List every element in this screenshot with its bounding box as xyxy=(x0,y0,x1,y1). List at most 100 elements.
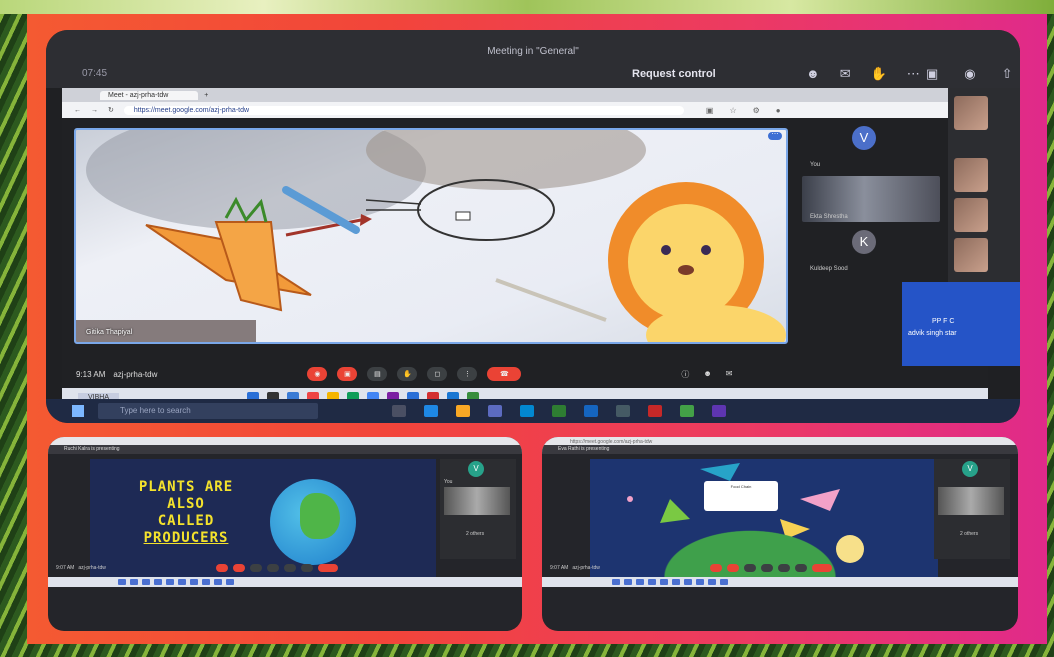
taskbar-icon[interactable] xyxy=(624,579,632,585)
app-icon[interactable] xyxy=(616,405,630,417)
present-button[interactable] xyxy=(777,564,790,572)
edge-icon[interactable] xyxy=(424,405,438,417)
more-options-icon[interactable]: ⋯ xyxy=(907,66,920,82)
raise-hand-button[interactable] xyxy=(266,564,279,572)
cycle-arrow xyxy=(660,499,690,523)
more-button[interactable]: ⋮ xyxy=(457,367,478,381)
taskbar-icon[interactable] xyxy=(154,579,162,585)
taskbar-icon[interactable] xyxy=(214,579,222,585)
taskbar-icon[interactable] xyxy=(636,579,644,585)
camera-off-button[interactable]: ▣ xyxy=(337,367,358,381)
presenter-name: Gitika Thapiyal xyxy=(86,329,133,336)
teams-icon[interactable] xyxy=(712,405,726,417)
browser-tab[interactable]: Meet - azj-prha-tdw xyxy=(100,90,199,100)
raise-hand-icon[interactable]: ✋ xyxy=(871,66,887,82)
raise-hand-button[interactable] xyxy=(760,564,773,572)
chrome-icon[interactable] xyxy=(680,405,694,417)
camera-permission-icon[interactable]: ▣ xyxy=(706,106,714,115)
teams-toolbar: ☻ ✉ ✋ ⋯ xyxy=(806,66,920,82)
meet-time: 9:13 AM xyxy=(76,369,106,379)
you-avatar: V xyxy=(468,461,484,477)
back-icon[interactable]: ← xyxy=(74,107,81,114)
taskbar-icon[interactable] xyxy=(720,579,728,585)
people-icon[interactable]: ☻ xyxy=(703,369,711,380)
profile-icon[interactable]: ● xyxy=(776,106,781,115)
task-view-icon[interactable] xyxy=(392,405,406,417)
tab-strip: Meet - azj-prha-tdw + xyxy=(62,88,988,102)
new-tab-icon[interactable]: + xyxy=(204,92,208,99)
extensions-icon[interactable]: ⚙ xyxy=(753,106,760,115)
file-explorer-icon[interactable] xyxy=(456,405,470,417)
cycle-arrow xyxy=(800,489,840,511)
forward-icon[interactable]: → xyxy=(91,107,98,114)
windows-search-box[interactable]: Type here to search xyxy=(98,403,318,419)
mic-off-button[interactable]: ◉ xyxy=(307,367,328,381)
captions-button[interactable] xyxy=(743,564,756,572)
mail-icon[interactable] xyxy=(520,405,534,417)
end-call-button[interactable] xyxy=(317,564,338,572)
lion-eye xyxy=(661,245,671,255)
share-icon[interactable]: ⇧ xyxy=(1002,66,1013,82)
taskbar-icon[interactable] xyxy=(684,579,692,585)
lion-eye xyxy=(701,245,711,255)
mic-off-button[interactable] xyxy=(709,564,722,572)
store-icon[interactable] xyxy=(488,405,502,417)
taskbar-icon[interactable] xyxy=(612,579,620,585)
taskbar-icon[interactable] xyxy=(696,579,704,585)
taskbar-icon[interactable] xyxy=(648,579,656,585)
windows-start-icon[interactable] xyxy=(72,405,84,417)
meet-controls-bar: 9:13 AM azj-prha-tdw ◉ ▣ ▤ ✋ ◻ ⋮ ☎ ⓘ ☻ ✉ xyxy=(62,362,988,386)
more-button[interactable] xyxy=(300,564,313,572)
slide-line: PRODUCERS xyxy=(143,530,229,546)
taskbar-icon[interactable] xyxy=(130,579,138,585)
powerpoint-icon[interactable] xyxy=(648,405,662,417)
slide-line: ALSO xyxy=(167,496,205,512)
windows-taskbar-apps xyxy=(392,405,726,417)
chat-icon[interactable]: ✉ xyxy=(726,369,733,380)
more-button[interactable] xyxy=(794,564,807,572)
participant-video-label: Ekta Shrestha xyxy=(810,214,848,220)
meet-time: 9:07 AM xyxy=(550,565,569,571)
participant-thumb xyxy=(954,96,988,130)
star-icon[interactable]: ☆ xyxy=(729,106,736,115)
info-icon[interactable]: ⓘ xyxy=(681,369,689,380)
camera-icon[interactable]: ▣ xyxy=(926,66,938,82)
mic-icon[interactable]: ◉ xyxy=(964,66,975,82)
taskbar-icon[interactable] xyxy=(166,579,174,585)
meet-code: azj-prha-tdw xyxy=(78,565,106,571)
request-control-button[interactable]: Request control xyxy=(632,68,716,80)
cycle-arrow xyxy=(700,463,740,481)
taskbar-icon[interactable] xyxy=(226,579,234,585)
taskbar-icon[interactable] xyxy=(190,579,198,585)
lion-face xyxy=(628,204,744,320)
more-options-icon[interactable]: ⋯ xyxy=(768,131,782,140)
inner-taskbar xyxy=(542,577,1018,587)
reload-icon[interactable]: ↻ xyxy=(108,106,114,114)
camera-off-button[interactable] xyxy=(726,564,739,572)
taskbar-icon[interactable] xyxy=(142,579,150,585)
taskbar-icon[interactable] xyxy=(672,579,680,585)
participants-icon[interactable]: ☻ xyxy=(806,66,820,82)
end-call-button[interactable]: ☎ xyxy=(487,367,522,381)
captions-button[interactable] xyxy=(249,564,262,572)
taskbar-icon[interactable] xyxy=(202,579,210,585)
taskbar-icon[interactable] xyxy=(660,579,668,585)
presenting-banner: Ruchi Kalra is presenting xyxy=(48,445,522,454)
url-field[interactable]: https://meet.google.com/azj-prha-tdw xyxy=(123,105,684,115)
taskbar-icon[interactable] xyxy=(118,579,126,585)
taskbar-icon[interactable] xyxy=(708,579,716,585)
app-icon[interactable] xyxy=(552,405,566,417)
mic-off-button[interactable] xyxy=(215,564,228,572)
end-call-button[interactable] xyxy=(811,564,832,572)
meet-controls-bar: 9:07 AM azj-prha-tdw xyxy=(48,561,522,575)
camera-off-button[interactable] xyxy=(232,564,245,572)
captions-button[interactable]: ▤ xyxy=(367,367,388,381)
word-icon[interactable] xyxy=(584,405,598,417)
raise-hand-button[interactable]: ✋ xyxy=(397,367,418,381)
present-button[interactable] xyxy=(283,564,296,572)
taskbar-icon[interactable] xyxy=(178,579,186,585)
blue-tile-line2: advik singh star xyxy=(908,330,957,337)
earth-illustration xyxy=(270,479,356,565)
present-button[interactable]: ◻ xyxy=(427,367,448,381)
chat-icon[interactable]: ✉ xyxy=(840,66,851,82)
